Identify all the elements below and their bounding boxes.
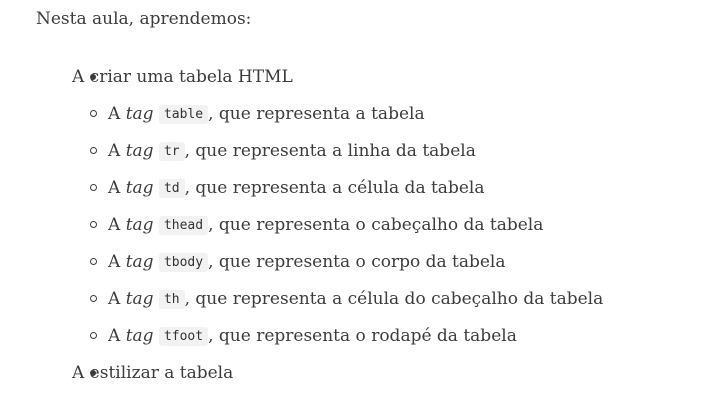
bullet-circle-icon	[90, 110, 97, 117]
bullet-circle-icon	[90, 184, 97, 191]
tags-sublist: A tag table, que representa a tabela A t…	[72, 103, 697, 347]
sublist-item-tbody: A tag tbody, que representa o corpo da t…	[72, 251, 697, 273]
inline-code: table	[158, 105, 209, 124]
sublist-suffix: , que representa a tabela	[208, 104, 425, 124]
lesson-summary: Nesta aula, aprendemos: A criar uma tabe…	[36, 8, 697, 383]
inline-code: td	[158, 179, 185, 198]
bullet-circle-icon	[90, 147, 97, 154]
sublist-suffix: , que representa a célula do cabeçalho d…	[184, 289, 604, 309]
list-item-style-table: A estilizar a tabela	[36, 362, 697, 384]
sublist-suffix: , que representa o corpo da tabela	[208, 252, 506, 272]
list-item-row: A criar uma tabela HTML	[72, 66, 697, 88]
sublist-tag-word: tag	[125, 326, 154, 346]
sublist-item-td: A tag td, que representa a célula da tab…	[72, 177, 697, 199]
sublist-suffix: , que representa o cabeçalho da tabela	[208, 215, 544, 235]
sublist-prefix: A	[108, 104, 121, 124]
inline-code: tr	[158, 142, 185, 161]
intro-text: Nesta aula, aprendemos:	[36, 9, 252, 29]
sublist-tag-word: tag	[125, 289, 154, 309]
sublist-tag-word: tag	[125, 178, 154, 198]
list-item-text: A criar uma tabela HTML	[72, 67, 293, 87]
sublist-suffix: , que representa a célula da tabela	[184, 178, 485, 198]
bullet-circle-icon	[90, 258, 97, 265]
inline-code: tfoot	[158, 327, 209, 346]
sublist-suffix: , que representa a linha da tabela	[184, 141, 476, 161]
sublist-tag-word: tag	[125, 215, 154, 235]
sublist-prefix: A	[108, 178, 121, 198]
sublist-prefix: A	[108, 141, 121, 161]
sublist-prefix: A	[108, 289, 121, 309]
inline-code: thead	[158, 216, 209, 235]
sublist-tag-word: tag	[125, 252, 154, 272]
bullet-disc-icon	[90, 370, 96, 376]
bullet-circle-icon	[90, 332, 97, 339]
sublist-item-tr: A tag tr, que representa a linha da tabe…	[72, 140, 697, 162]
bullet-circle-icon	[90, 295, 97, 302]
sublist-tag-word: tag	[125, 141, 154, 161]
sublist-prefix: A	[108, 252, 121, 272]
sublist-prefix: A	[108, 215, 121, 235]
sublist-tag-word: tag	[125, 104, 154, 124]
list-item-row: A estilizar a tabela	[72, 362, 697, 384]
list-item-create-table: A criar uma tabela HTML A tag table, que…	[36, 66, 697, 347]
sublist-item-table: A tag table, que representa a tabela	[72, 103, 697, 125]
sublist-item-tfoot: A tag tfoot, que representa o rodapé da …	[72, 325, 697, 347]
topics-list: A criar uma tabela HTML A tag table, que…	[36, 66, 697, 384]
sublist-prefix: A	[108, 326, 121, 346]
inline-code: tbody	[158, 253, 209, 272]
sublist-suffix: , que representa o rodapé da tabela	[208, 326, 517, 346]
inline-code: th	[158, 290, 185, 309]
list-item-text: A estilizar a tabela	[72, 363, 234, 383]
bullet-circle-icon	[90, 221, 97, 228]
bullet-disc-icon	[90, 74, 96, 80]
sublist-item-th: A tag th, que representa a célula do cab…	[72, 288, 697, 310]
sublist-item-thead: A tag thead, que representa o cabeçalho …	[72, 214, 697, 236]
